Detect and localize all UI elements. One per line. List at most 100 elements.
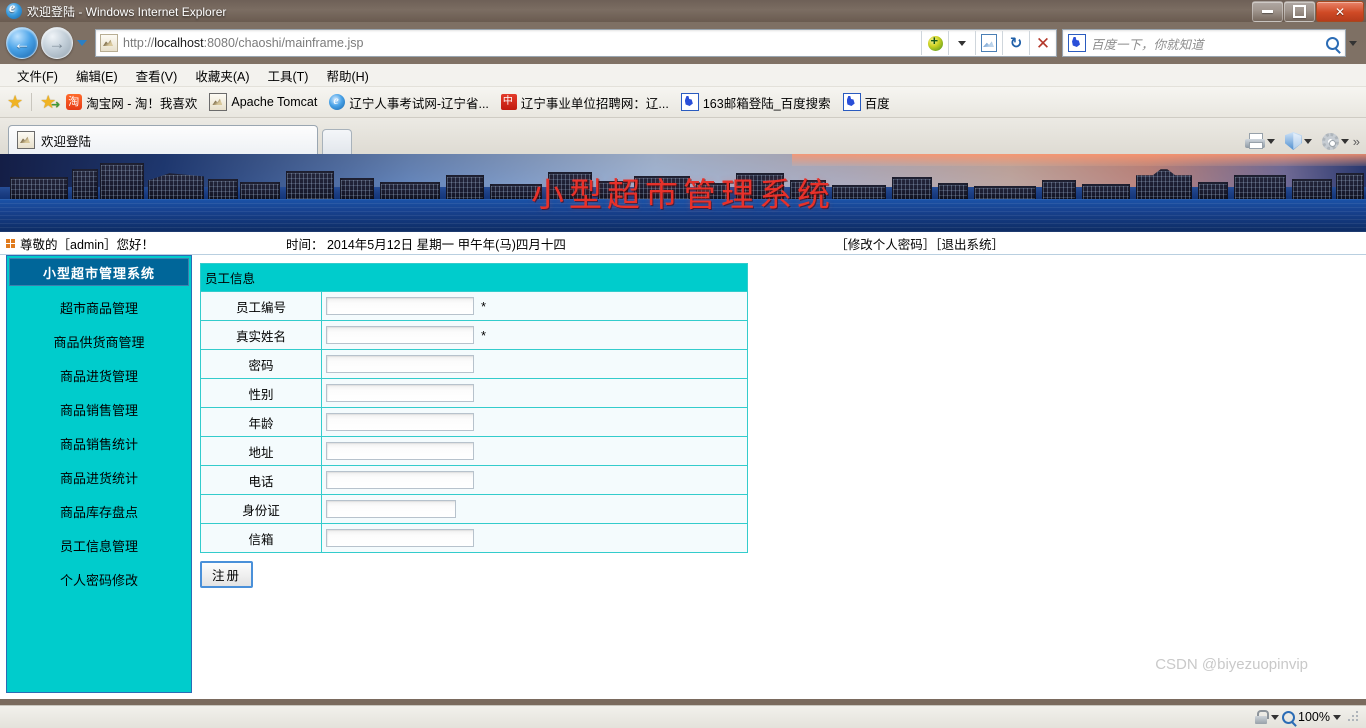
chevron-double-right-icon[interactable]: » (1353, 134, 1360, 149)
field-label: 信箱 (200, 523, 322, 553)
address-input[interactable] (326, 442, 474, 460)
page-favicon-icon (100, 34, 118, 52)
favorite-label: 辽宁人事考试网-辽宁省... (349, 96, 489, 111)
command-bar: » (1244, 132, 1360, 150)
favorite-item-taobao[interactable]: 淘宝网 - 淘！我喜欢 (66, 93, 197, 112)
tools-button[interactable] (1321, 132, 1339, 150)
page-banner: 小型超市管理系统 (0, 154, 1366, 232)
greeting-text: 尊敬的［admin］您好！ (20, 237, 155, 252)
field-label: 真实姓名 (200, 320, 322, 350)
tab-bar: 欢迎登陆 » (0, 118, 1366, 154)
zone-chevron-down-icon[interactable] (1271, 714, 1280, 720)
address-input[interactable]: http://localhost:8080/chaoshi/mainframe.… (123, 36, 921, 50)
favorite-item-liaoning-exam[interactable]: 辽宁人事考试网-辽宁省... (329, 93, 489, 112)
resize-grip[interactable] (1348, 711, 1360, 723)
restore-button[interactable] (1284, 1, 1315, 22)
print-button[interactable] (1244, 133, 1265, 149)
sidebar-item-supplier[interactable]: 商品供货商管理 (7, 328, 191, 354)
back-button[interactable]: ← (6, 27, 38, 59)
sidebar-item-sales-stats[interactable]: 商品销售统计 (7, 430, 191, 456)
greeting: 尊敬的［admin］您好！ (0, 234, 286, 253)
field-cell (321, 494, 748, 524)
printer-icon (1244, 133, 1265, 149)
minimize-button[interactable] (1252, 1, 1283, 22)
status-bar: 100% (0, 705, 1366, 728)
required-marker: * (481, 327, 487, 343)
field-cell (321, 349, 748, 379)
forward-button[interactable]: → (41, 27, 73, 59)
email-input[interactable] (326, 529, 474, 547)
safety-dropdown-chevron-down-icon[interactable] (1303, 138, 1312, 144)
baidu-icon (842, 93, 861, 111)
ie-logo-icon (6, 1, 22, 19)
search-input[interactable]: 百度一下，你就知道 (1091, 34, 1319, 53)
ie-icon (329, 93, 346, 110)
real-name-input[interactable] (326, 326, 474, 344)
sidebar-item-purchase[interactable]: 商品进货管理 (7, 362, 191, 388)
sidebar-item-inventory[interactable]: 商品库存盘点 (7, 498, 191, 524)
field-label: 年龄 (200, 407, 322, 437)
banner-title: 小型超市管理系统 (531, 178, 835, 214)
chevron-down-icon (77, 40, 87, 46)
search-provider-dropdown[interactable] (1346, 40, 1360, 46)
zoom-icon[interactable] (1282, 710, 1296, 724)
gender-input[interactable] (326, 384, 474, 402)
close-button[interactable]: ✕ (1316, 1, 1364, 22)
search-button[interactable] (1319, 36, 1345, 50)
stop-button[interactable]: ✕ (1029, 31, 1056, 55)
id-card-input[interactable] (326, 500, 456, 518)
zoom-chevron-down-icon[interactable] (1333, 714, 1341, 720)
favorite-label: 淘宝网 - 淘！我喜欢 (86, 96, 198, 111)
print-dropdown-chevron-down-icon[interactable] (1266, 138, 1275, 144)
new-tab-button[interactable] (322, 129, 352, 154)
zoom-level[interactable]: 100% (1298, 710, 1330, 724)
menu-item-favorites[interactable]: 收藏夹(A) (186, 64, 258, 87)
field-label: 员工编号 (200, 291, 322, 321)
compatibility-view-button[interactable] (975, 31, 1002, 55)
sidebar-item-employee[interactable]: 员工信息管理 (7, 532, 191, 558)
password-input[interactable] (326, 355, 474, 373)
sidebar: 小型超市管理系统 超市商品管理 商品供货商管理 商品进货管理 商品销售管理 商品… (6, 255, 192, 693)
address-bar[interactable]: http://localhost:8080/chaoshi/mainframe.… (95, 29, 1057, 57)
translate-button[interactable] (921, 31, 948, 55)
favorite-item-baidu[interactable]: 百度 (842, 93, 890, 112)
page-favicon-icon (17, 131, 35, 149)
menu-item-tools[interactable]: 工具(T) (258, 64, 317, 87)
menu-item-help[interactable]: 帮助(H) (317, 64, 377, 87)
translate-icon (927, 33, 943, 51)
sidebar-item-goods[interactable]: 超市商品管理 (7, 294, 191, 320)
chevron-down-icon (958, 40, 966, 46)
tools-dropdown-chevron-down-icon[interactable] (1340, 138, 1349, 144)
field-cell (321, 523, 748, 553)
age-input[interactable] (326, 413, 474, 431)
sidebar-item-sales[interactable]: 商品销售管理 (7, 396, 191, 422)
menu-bar: 文件(F) 编辑(E) 查看(V) 收藏夹(A) 工具(T) 帮助(H) (0, 64, 1366, 87)
translate-dropdown[interactable] (948, 31, 975, 55)
sidebar-item-password[interactable]: 个人密码修改 (7, 566, 191, 592)
sidebar-item-purchase-stats[interactable]: 商品进货统计 (7, 464, 191, 490)
account-links[interactable]: ［修改个人密码］［退出系统］ (835, 234, 1004, 253)
recent-pages-button[interactable] (75, 28, 89, 58)
refresh-button[interactable]: ↻ (1002, 31, 1029, 55)
menu-item-file[interactable]: 文件(F) (8, 64, 67, 87)
safety-button[interactable] (1284, 132, 1302, 150)
favorites-star-icon[interactable]: ★ (7, 93, 23, 111)
employee-id-input[interactable] (326, 297, 474, 315)
menu-item-edit[interactable]: 编辑(E) (67, 64, 127, 87)
divider (31, 93, 33, 111)
menu-item-view[interactable]: 查看(V) (127, 64, 187, 87)
register-button[interactable]: 注册 (200, 561, 254, 588)
search-box[interactable]: 百度一下，你就知道 (1062, 29, 1346, 57)
form-row: 员工编号 * (200, 291, 748, 321)
chevron-down-icon (1349, 40, 1357, 46)
favorite-item-liaoning-jobs[interactable]: 辽宁事业单位招聘网：辽... (500, 93, 669, 112)
form-row: 密码 (200, 349, 748, 379)
favorite-item-tomcat[interactable]: Apache Tomcat (209, 93, 317, 111)
form-row: 电话 (200, 465, 748, 495)
field-cell (321, 436, 748, 466)
employee-info-form: 员工信息 员工编号 * 真实姓名 * 密码 性别 年龄 地址 电话 身份证 信箱 (200, 263, 748, 553)
tab-welcome[interactable]: 欢迎登陆 (8, 125, 318, 154)
add-to-favorites-icon[interactable]: ★ ➜ (40, 93, 60, 111)
favorite-item-163mail[interactable]: 163邮箱登陆_百度搜索 (680, 93, 831, 112)
phone-input[interactable] (326, 471, 474, 489)
